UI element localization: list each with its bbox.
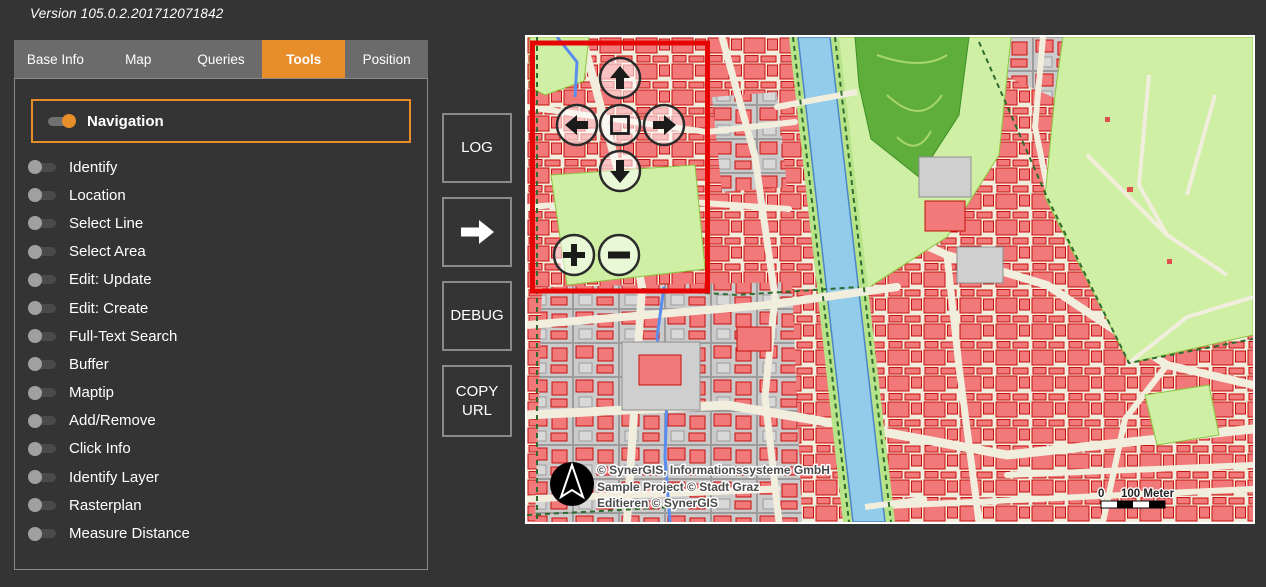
toggle-knob bbox=[28, 527, 42, 541]
tool-row-measure-distance[interactable]: Measure Distance bbox=[15, 519, 427, 547]
tool-label: Add/Remove bbox=[69, 412, 156, 429]
tool-row-navigation[interactable]: Navigation bbox=[31, 99, 411, 143]
toggle-knob bbox=[28, 414, 42, 428]
tool-row-select-line[interactable]: Select Line bbox=[15, 209, 427, 237]
tab-bar: Base InfoMapQueriesToolsPosition bbox=[14, 40, 428, 78]
tool-row-edit-create[interactable]: Edit: Create bbox=[15, 294, 427, 322]
tool-label: Edit: Update bbox=[69, 271, 152, 288]
toggle-knob bbox=[28, 273, 42, 287]
toggle-knob bbox=[28, 188, 42, 202]
tool-row-maptip[interactable]: Maptip bbox=[15, 379, 427, 407]
toggle-location[interactable] bbox=[30, 191, 56, 200]
zoom-out-button[interactable] bbox=[599, 235, 639, 275]
toggle-knob bbox=[62, 114, 76, 128]
tool-row-full-text-search[interactable]: Full-Text Search bbox=[15, 322, 427, 350]
scale-distance-label: 100 Meter bbox=[1121, 488, 1175, 500]
tab-tools[interactable]: Tools bbox=[262, 40, 345, 78]
toggle-edit-create[interactable] bbox=[30, 304, 56, 313]
tool-row-rasterplan[interactable]: Rasterplan bbox=[15, 491, 427, 519]
attribution-line-2: Sample Project © Stadt Graz bbox=[597, 480, 759, 494]
toggle-knob bbox=[28, 442, 42, 456]
tool-label: Full-Text Search bbox=[69, 328, 177, 345]
copy-url-button[interactable]: COPY URL bbox=[442, 365, 512, 437]
tool-label: Select Line bbox=[69, 215, 143, 232]
pan-down-button[interactable] bbox=[600, 151, 640, 191]
tab-queries[interactable]: Queries bbox=[180, 40, 263, 78]
scale-zero-label: 0 bbox=[1098, 488, 1104, 500]
toggle-knob bbox=[28, 160, 42, 174]
toggle-navigation[interactable] bbox=[48, 117, 74, 126]
toggle-add-remove[interactable] bbox=[30, 416, 56, 425]
minus-icon bbox=[608, 252, 630, 259]
tool-label: Click Info bbox=[69, 440, 131, 457]
tool-label: Edit: Create bbox=[69, 300, 148, 317]
toggle-edit-update[interactable] bbox=[30, 275, 56, 284]
toggle-knob bbox=[28, 386, 42, 400]
toggle-full-text-search[interactable] bbox=[30, 332, 56, 341]
tab-map[interactable]: Map bbox=[97, 40, 180, 78]
map-canvas: © SynerGIS, Informationssysteme GmbH Sam… bbox=[527, 37, 1253, 522]
toggle-knob bbox=[28, 498, 42, 512]
tool-label: Rasterplan bbox=[69, 497, 142, 514]
tools-panel: Navigation Identify Location Select Line Sel… bbox=[14, 78, 428, 570]
tool-row-add-remove[interactable]: Add/Remove bbox=[15, 407, 427, 435]
toggle-identify-layer[interactable] bbox=[30, 473, 56, 482]
pan-center-button[interactable] bbox=[600, 105, 640, 145]
tool-row-identify-layer[interactable]: Identify Layer bbox=[15, 463, 427, 491]
toggle-knob bbox=[28, 245, 42, 259]
tool-row-location[interactable]: Location bbox=[15, 181, 427, 209]
tool-label: Identify Layer bbox=[69, 469, 159, 486]
tool-row-edit-update[interactable]: Edit: Update bbox=[15, 266, 427, 294]
tab-position[interactable]: Position bbox=[345, 40, 428, 78]
tool-label: Buffer bbox=[69, 356, 109, 373]
toggle-select-area[interactable] bbox=[30, 247, 56, 256]
toggle-click-info[interactable] bbox=[30, 444, 56, 453]
attribution-line-3: Editieren © SynerGIS bbox=[597, 496, 718, 510]
toggle-rasterplan[interactable] bbox=[30, 501, 56, 510]
tool-label: Location bbox=[69, 187, 126, 204]
tool-row-buffer[interactable]: Buffer bbox=[15, 350, 427, 378]
forward-button[interactable] bbox=[442, 197, 512, 267]
map-view[interactable]: © SynerGIS, Informationssysteme GmbH Sam… bbox=[525, 35, 1255, 524]
toggle-select-line[interactable] bbox=[30, 219, 56, 228]
log-button[interactable]: LOG bbox=[442, 113, 512, 183]
tool-label: Identify bbox=[69, 159, 117, 176]
toggle-knob bbox=[28, 301, 42, 315]
tool-label: Select Area bbox=[69, 243, 146, 260]
pan-right-button[interactable] bbox=[644, 105, 684, 145]
tool-label: Navigation bbox=[87, 113, 164, 130]
tab-base-info[interactable]: Base Info bbox=[14, 40, 97, 78]
compass-icon bbox=[550, 462, 594, 506]
toggle-measure-distance[interactable] bbox=[30, 529, 56, 538]
pan-up-button[interactable] bbox=[600, 58, 640, 98]
debug-button[interactable]: DEBUG bbox=[442, 281, 512, 351]
toggle-knob bbox=[28, 329, 42, 343]
toggle-knob bbox=[28, 470, 42, 484]
pan-left-button[interactable] bbox=[557, 105, 597, 145]
toggle-identify[interactable] bbox=[30, 163, 56, 172]
tool-row-click-info[interactable]: Click Info bbox=[15, 435, 427, 463]
toggle-maptip[interactable] bbox=[30, 388, 56, 397]
toggle-buffer[interactable] bbox=[30, 360, 56, 369]
toggle-knob bbox=[28, 216, 42, 230]
zoom-in-button[interactable] bbox=[554, 235, 594, 275]
tool-row-identify[interactable]: Identify bbox=[15, 153, 427, 181]
tool-label: Maptip bbox=[69, 384, 114, 401]
version-label: Version 105.0.2.201712071842 bbox=[30, 6, 224, 21]
tool-label: Measure Distance bbox=[69, 525, 190, 542]
toggle-knob bbox=[28, 357, 42, 371]
tool-row-select-area[interactable]: Select Area bbox=[15, 238, 427, 266]
right-arrow-icon bbox=[456, 216, 498, 248]
attribution-line-1: © SynerGIS, Informationssysteme GmbH bbox=[597, 463, 830, 477]
